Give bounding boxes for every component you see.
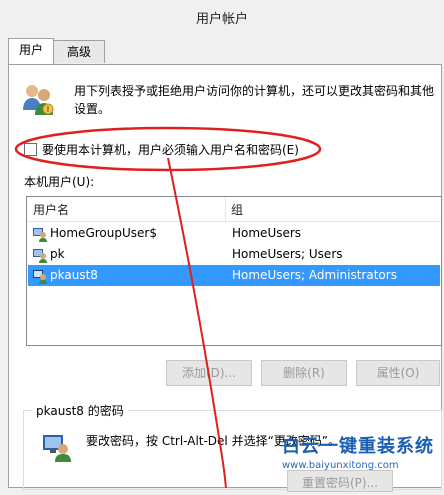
table-row-selected[interactable]: pkaust8 HomeUsers; Administrators	[28, 265, 440, 286]
user-group: HomeUsers; Administrators	[232, 268, 397, 282]
table-row[interactable]: HomeGroupUser$ HomeUsers	[28, 223, 440, 244]
password-hint-text: 要改密码，按 Ctrl-Alt-Del 并选择“更改密码”。	[86, 434, 341, 448]
password-group-title: pkaust8 的密码	[32, 402, 128, 419]
column-header-username[interactable]: 用户名	[33, 201, 69, 218]
user-group: HomeUsers	[232, 226, 302, 240]
user-name: pkaust8	[50, 268, 98, 282]
column-separator[interactable]	[225, 197, 226, 221]
tab-users[interactable]: 用户	[8, 38, 54, 64]
remove-user-button[interactable]: 删除(R)	[261, 360, 347, 386]
title-bar: 用户帐户	[0, 0, 444, 32]
column-header-group[interactable]: 组	[231, 201, 243, 218]
user-name: HomeGroupUser$	[50, 226, 157, 240]
user-icon	[33, 249, 47, 263]
user-name: pk	[50, 247, 65, 261]
users-icon	[23, 85, 54, 115]
tab-advanced[interactable]: 高级	[53, 40, 105, 63]
listview-header: 用户名 组	[27, 197, 441, 222]
properties-button[interactable]: 属性(O)	[356, 360, 440, 386]
user-group: HomeUsers; Users	[232, 247, 343, 261]
annotation-ellipse	[14, 126, 322, 172]
users-listview[interactable]: 用户名 组 HomeGroupUser$ HomeUsers pk HomeUs…	[26, 196, 442, 346]
user-icon	[33, 228, 47, 242]
user-icon	[33, 270, 47, 284]
user-key-icon	[43, 435, 71, 462]
add-user-button[interactable]: 添加(D)...	[166, 360, 252, 386]
table-row[interactable]: pk HomeUsers; Users	[28, 244, 440, 265]
intro-text: 用下列表授予或拒绝用户访问你的计算机，还可以更改其密码和其他设置。	[74, 84, 435, 116]
window-title: 用户帐户	[195, 12, 248, 27]
local-users-label: 本机用户(U):	[24, 175, 95, 189]
reset-password-button[interactable]: 重置密码(P)...	[287, 470, 393, 492]
